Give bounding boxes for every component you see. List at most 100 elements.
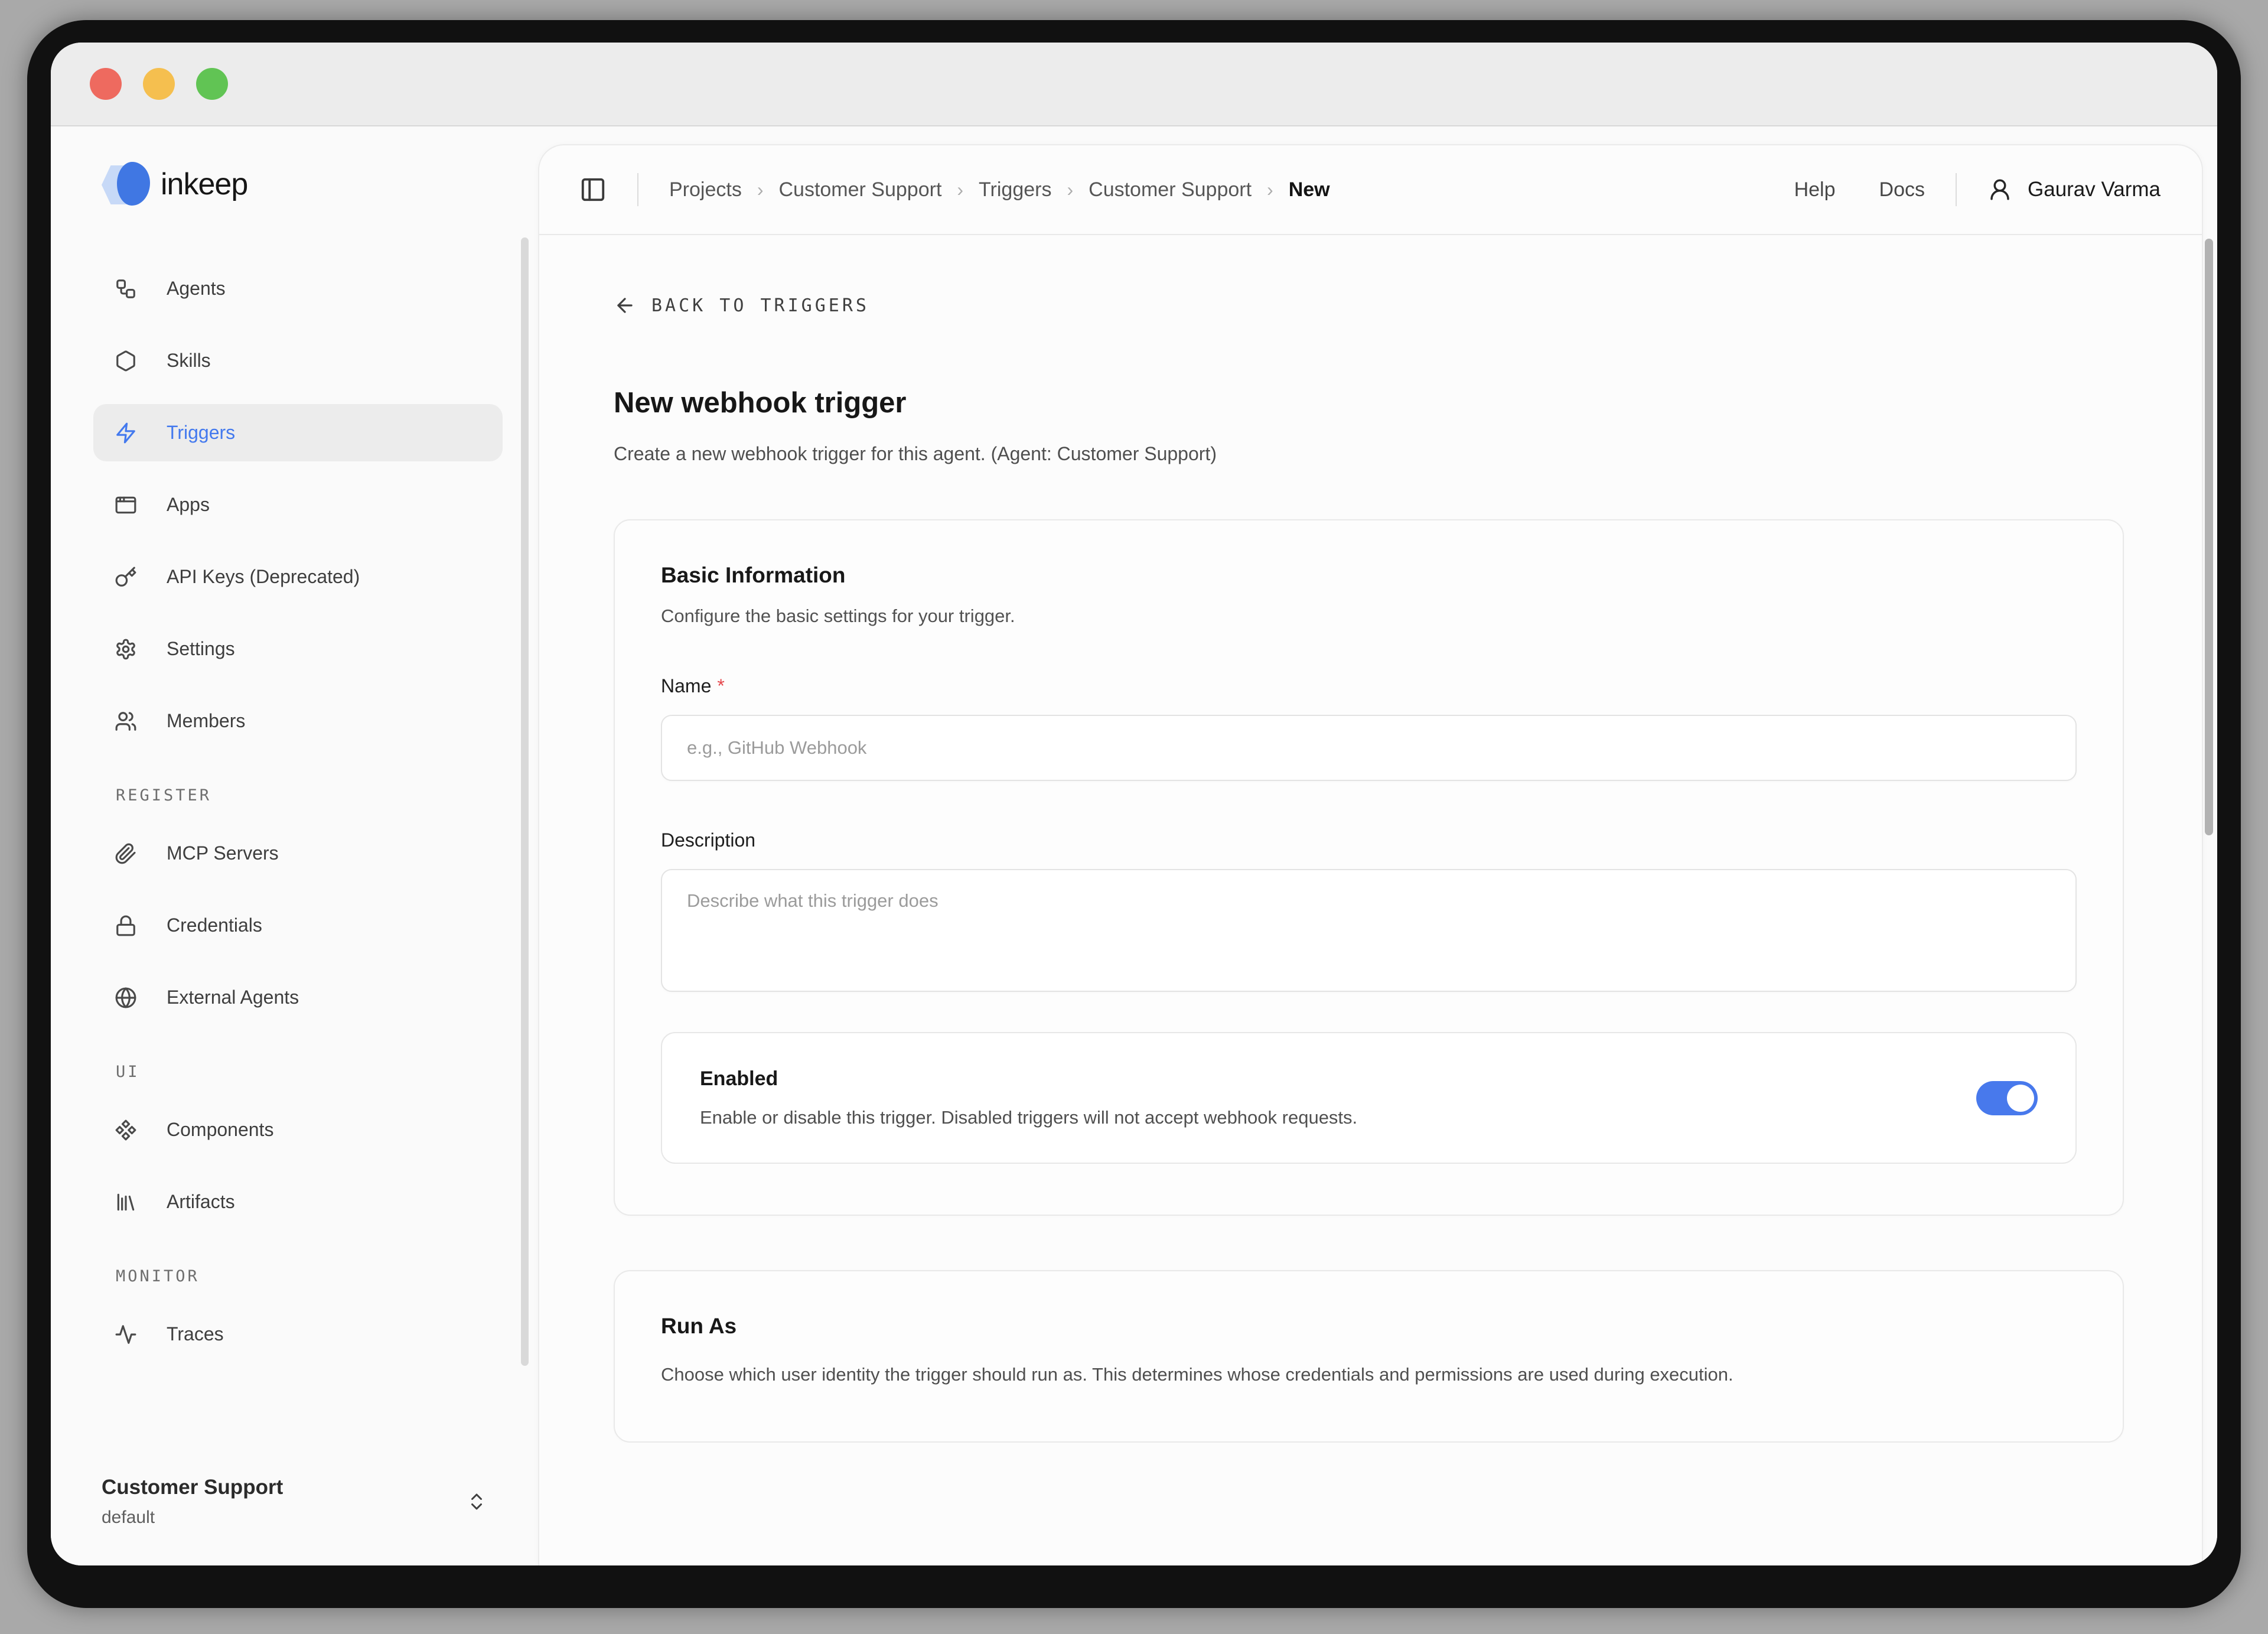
sidebar-item-api-keys[interactable]: API Keys (Deprecated) (93, 548, 503, 606)
sidebar-toggle-button[interactable] (579, 176, 607, 203)
app-shell: inkeep Agents Skills Triggers (51, 126, 2217, 1565)
breadcrumb-agent[interactable]: Customer Support (1089, 178, 1252, 201)
sidebar-item-label: Traces (167, 1323, 224, 1345)
breadcrumb-separator: › (1267, 179, 1273, 201)
name-input[interactable] (661, 715, 2077, 781)
sidebar-nav: Agents Skills Triggers Apps (93, 260, 503, 1476)
card-description: Choose which user identity the trigger s… (661, 1359, 2049, 1391)
sidebar-item-agents[interactable]: Agents (93, 260, 503, 317)
sidebar-item-label: API Keys (Deprecated) (167, 566, 360, 588)
globe-icon (115, 987, 137, 1009)
key-icon (115, 566, 137, 588)
inkeep-logo[interactable]: inkeep (93, 160, 503, 209)
sidebar-item-label: Credentials (167, 914, 262, 936)
sidebar-item-traces[interactable]: Traces (93, 1306, 503, 1363)
enabled-label: Enabled (700, 1067, 1941, 1091)
header-right: Help Docs Gaurav Varma (1751, 173, 2161, 206)
page-content: BACK TO TRIGGERS New webhook trigger Cre… (539, 235, 2202, 1443)
breadcrumb-separator: › (1067, 179, 1073, 201)
page-subtitle: Create a new webhook trigger for this ag… (614, 443, 2124, 465)
back-to-triggers-link[interactable]: BACK TO TRIGGERS (614, 294, 2124, 317)
app-window-icon (115, 494, 137, 516)
hexagon-icon (115, 350, 137, 372)
sidebar-item-apps[interactable]: Apps (93, 476, 503, 533)
main-scrollbar[interactable] (2205, 239, 2213, 835)
sidebar-scrollbar[interactable] (521, 237, 529, 1366)
help-link[interactable]: Help (1794, 178, 1836, 201)
close-button[interactable] (90, 68, 122, 100)
name-label: Name* (661, 675, 2077, 697)
users-icon (115, 710, 137, 733)
breadcrumb-triggers[interactable]: Triggers (979, 178, 1051, 201)
user-icon (1987, 177, 2012, 202)
sidebar-item-label: Apps (167, 494, 210, 516)
chevrons-up-down-icon (466, 1491, 487, 1512)
card-description: Configure the basic settings for your tr… (661, 606, 2077, 627)
user-name: Gaurav Varma (2028, 178, 2161, 201)
breadcrumb-projects[interactable]: Projects (669, 178, 742, 201)
panel-header: Projects › Customer Support › Triggers ›… (539, 145, 2202, 235)
gear-icon (115, 638, 137, 660)
sidebar-item-components[interactable]: Components (93, 1101, 503, 1158)
sidebar-section-monitor: MONITOR (116, 1267, 503, 1285)
sidebar-item-artifacts[interactable]: Artifacts (93, 1173, 503, 1231)
header-divider (1956, 173, 1957, 206)
sidebar-item-label: Members (167, 710, 245, 732)
breadcrumb-current: New (1289, 178, 1330, 201)
workflow-icon (115, 278, 137, 300)
toggle-knob (2007, 1085, 2034, 1112)
app-window: inkeep Agents Skills Triggers (51, 43, 2217, 1565)
main-panel: Projects › Customer Support › Triggers ›… (538, 144, 2203, 1565)
inkeep-logo-icon (102, 160, 148, 209)
zoom-button[interactable] (196, 68, 228, 100)
sidebar-item-label: Triggers (167, 422, 235, 444)
sidebar-item-external-agents[interactable]: External Agents (93, 969, 503, 1026)
description-textarea[interactable] (661, 869, 2077, 992)
sidebar-item-credentials[interactable]: Credentials (93, 897, 503, 954)
sidebar-item-label: Skills (167, 350, 211, 372)
sidebar-section-register: REGISTER (116, 786, 503, 805)
user-menu[interactable]: Gaurav Varma (1987, 177, 2161, 202)
back-link-label: BACK TO TRIGGERS (651, 295, 869, 316)
sidebar-item-members[interactable]: Members (93, 692, 503, 750)
sidebar-item-label: Agents (167, 278, 226, 300)
sidebar-item-label: MCP Servers (167, 842, 279, 864)
sidebar-item-triggers[interactable]: Triggers (93, 404, 503, 461)
panel-left-icon (579, 176, 607, 203)
library-icon (115, 1191, 137, 1213)
lock-icon (115, 914, 137, 937)
sidebar-item-label: Artifacts (167, 1191, 235, 1213)
docs-link[interactable]: Docs (1879, 178, 1925, 201)
minimize-button[interactable] (143, 68, 175, 100)
basic-information-card: Basic Information Configure the basic se… (614, 519, 2124, 1216)
sidebar-item-skills[interactable]: Skills (93, 332, 503, 389)
header-divider (637, 173, 638, 206)
description-label: Description (661, 829, 2077, 851)
required-asterisk: * (717, 675, 724, 696)
component-icon (115, 1119, 137, 1141)
project-environment: default (102, 1508, 283, 1528)
sidebar-item-label: Settings (167, 638, 235, 660)
paperclip-icon (115, 842, 137, 865)
enabled-toggle[interactable] (1976, 1081, 2038, 1115)
inkeep-logo-text: inkeep (161, 167, 247, 202)
card-title: Run As (661, 1314, 2077, 1339)
device-frame: inkeep Agents Skills Triggers (27, 20, 2241, 1608)
sidebar-item-settings[interactable]: Settings (93, 620, 503, 678)
sidebar: inkeep Agents Skills Triggers (51, 126, 538, 1565)
breadcrumb: Projects › Customer Support › Triggers ›… (669, 178, 1330, 201)
titlebar (51, 43, 2217, 126)
run-as-card: Run As Choose which user identity the tr… (614, 1270, 2124, 1443)
enabled-setting-row: Enabled Enable or disable this trigger. … (661, 1032, 2077, 1164)
breadcrumb-separator: › (757, 179, 764, 201)
activity-icon (115, 1323, 137, 1346)
breadcrumb-project[interactable]: Customer Support (778, 178, 941, 201)
card-title: Basic Information (661, 563, 2077, 588)
breadcrumb-separator: › (957, 179, 963, 201)
sidebar-item-mcp-servers[interactable]: MCP Servers (93, 825, 503, 882)
project-switcher[interactable]: Customer Support default (93, 1476, 503, 1528)
sidebar-item-label: Components (167, 1119, 273, 1141)
enabled-description: Enable or disable this trigger. Disabled… (700, 1107, 1941, 1128)
sidebar-section-ui: UI (116, 1063, 503, 1081)
sidebar-item-label: External Agents (167, 987, 299, 1008)
